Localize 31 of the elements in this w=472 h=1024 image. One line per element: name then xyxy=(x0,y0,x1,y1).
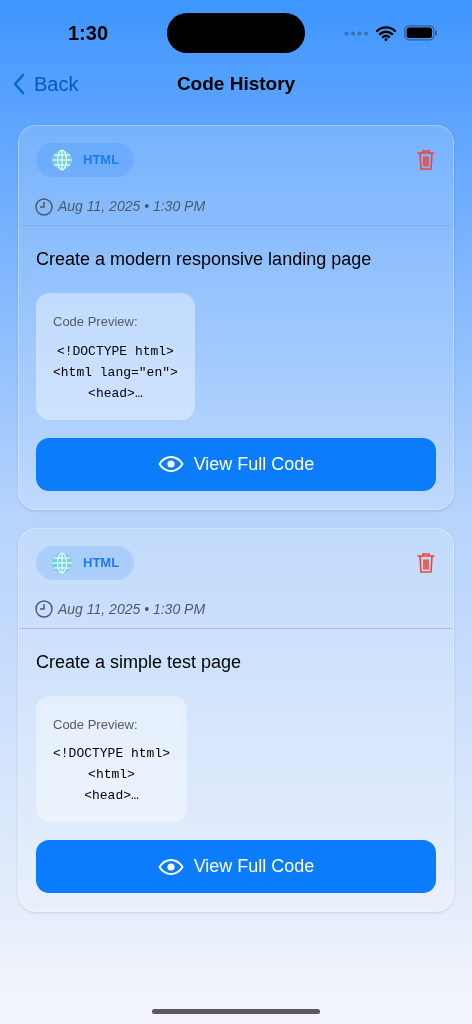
preview-label: Code Preview: xyxy=(53,715,139,734)
globe-icon xyxy=(51,551,73,574)
wifi-icon xyxy=(376,25,396,41)
code-line: <head>… xyxy=(88,384,143,403)
code-line: <!DOCTYPE html> xyxy=(56,342,174,361)
signal-icon xyxy=(344,30,368,36)
view-code-button[interactable]: View Full Code xyxy=(36,840,436,893)
eye-icon xyxy=(157,456,184,472)
status-time: 1:30 xyxy=(68,21,109,46)
prompt-title: Create a modern responsive landing page xyxy=(35,248,373,271)
code-line: <head>… xyxy=(84,787,139,805)
battery-icon xyxy=(404,25,438,41)
code-line: <html lang="en"> xyxy=(53,363,178,382)
language-label: HTML xyxy=(83,553,120,572)
view-code-button[interactable]: View Full Code xyxy=(36,437,436,491)
timestamp: Aug 11, 2025 • 1:30 PM xyxy=(58,197,206,216)
screen-title: Code History xyxy=(176,71,296,96)
back-button[interactable]: Back xyxy=(12,69,79,99)
chevron-left-icon xyxy=(12,73,26,95)
code-line: <!DOCTYPE html> xyxy=(53,745,171,763)
clock-icon xyxy=(35,600,53,618)
timestamp: Aug 11, 2025 • 1:30 PM xyxy=(58,599,206,619)
code-line: <html> xyxy=(88,766,135,784)
prompt-title: Create a simple test page xyxy=(35,650,243,674)
globe-icon xyxy=(51,149,73,171)
language-label: HTML xyxy=(83,151,120,170)
trash-icon[interactable] xyxy=(417,551,435,574)
trash-icon[interactable] xyxy=(417,149,435,171)
preview-label: Code Preview: xyxy=(53,313,139,331)
eye-icon xyxy=(157,858,184,875)
clock-icon xyxy=(35,197,53,216)
